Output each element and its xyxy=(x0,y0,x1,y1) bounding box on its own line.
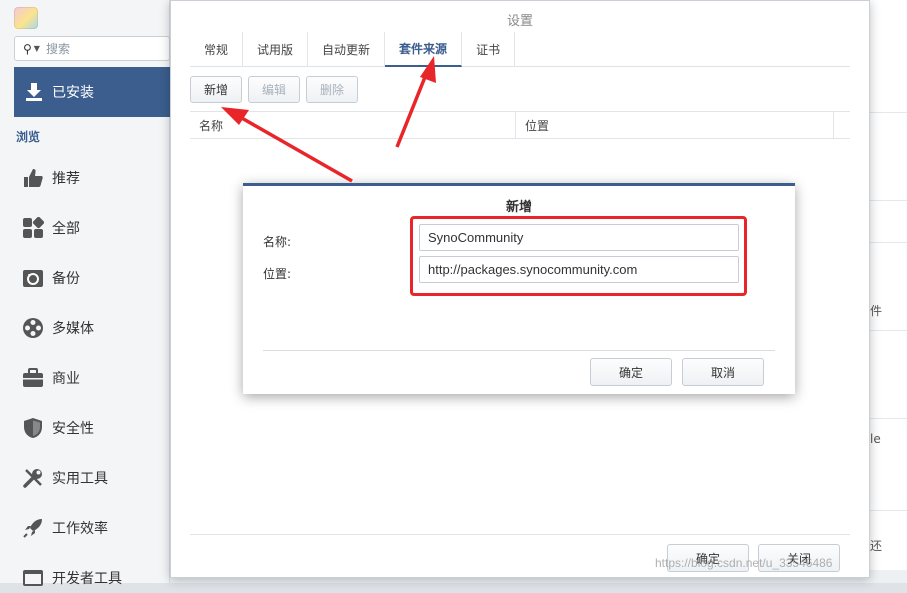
sources-toolbar: 新增 编辑 删除 xyxy=(190,76,359,103)
column-header-name[interactable]: 名称 xyxy=(190,112,516,138)
film-reel-icon xyxy=(22,317,44,339)
tab-package-sources[interactable]: 套件来源 xyxy=(385,32,463,67)
tab-beta[interactable]: 试用版 xyxy=(243,32,309,67)
dialog-title: 新增 xyxy=(505,200,532,215)
grid-icon xyxy=(22,217,44,239)
sidebar-item-security[interactable]: 安全性 xyxy=(22,413,94,443)
background-text-fragment: le xyxy=(870,432,881,446)
sidebar-item-label: 实用工具 xyxy=(52,471,108,487)
sidebar-item-business[interactable]: 商业 xyxy=(22,363,80,393)
shield-icon xyxy=(22,417,44,439)
dialog-cancel-button[interactable]: 取消 xyxy=(682,358,764,386)
sidebar-item-label: 全部 xyxy=(52,221,80,237)
add-source-dialog: 新增 名称: SynoCommunity 位置: http://packages… xyxy=(243,183,795,394)
sidebar-item-label: 多媒体 xyxy=(52,321,94,337)
backup-icon xyxy=(22,267,44,289)
sidebar-item-label: 备份 xyxy=(52,271,80,287)
sidebar-item-utilities[interactable]: 实用工具 xyxy=(22,463,108,493)
search-icon: ⚲ xyxy=(23,41,32,56)
background-text-fragment: 件 xyxy=(870,304,883,318)
sources-table-header: 名称 位置 xyxy=(190,111,850,139)
thumbs-up-icon xyxy=(22,167,44,189)
sidebar-item-recommended[interactable]: 推荐 xyxy=(22,163,80,193)
browse-section-label: 浏览 xyxy=(16,130,41,144)
tab-general[interactable]: 常规 xyxy=(190,32,244,67)
dialog-ok-button[interactable]: 确定 xyxy=(590,358,672,386)
dialog-divider xyxy=(263,350,775,351)
download-icon xyxy=(26,83,42,101)
settings-tabs: 常规 试用版 自动更新 套件来源 证书 xyxy=(190,32,850,67)
briefcase-icon xyxy=(22,367,44,389)
column-header-location[interactable]: 位置 xyxy=(516,112,834,138)
background-package-list: 件 le 还 xyxy=(870,0,907,583)
settings-window-title: 设置 xyxy=(506,14,533,29)
sidebar-item-label: 已安装 xyxy=(52,85,94,101)
package-center-sidebar: ⚲ ▼ 搜索 已安装 浏览 推荐 全部 备份 多媒体 商业 安全性 实用工具 工… xyxy=(0,0,170,587)
location-label: 位置: xyxy=(263,267,292,281)
sidebar-item-all[interactable]: 全部 xyxy=(22,213,80,243)
name-label: 名称: xyxy=(263,235,292,249)
edit-button[interactable]: 编辑 xyxy=(248,76,301,103)
footer-divider xyxy=(190,534,850,535)
background-text-fragment: 还 xyxy=(870,539,883,553)
tab-certificate[interactable]: 证书 xyxy=(462,32,516,67)
sidebar-item-productivity[interactable]: 工作效率 xyxy=(22,513,108,543)
package-center-logo xyxy=(14,7,38,29)
search-input[interactable]: ⚲ ▼ 搜索 xyxy=(14,36,170,61)
search-placeholder: 搜索 xyxy=(45,42,70,56)
sidebar-item-backup[interactable]: 备份 xyxy=(22,263,80,293)
tools-icon xyxy=(22,467,44,489)
tab-auto-update[interactable]: 自动更新 xyxy=(308,32,386,67)
sidebar-item-installed[interactable]: 已安装 xyxy=(14,67,170,117)
add-button[interactable]: 新增 xyxy=(190,76,243,103)
sidebar-item-label: 开发者工具 xyxy=(52,571,122,587)
sidebar-item-developer-tools[interactable]: 开发者工具 xyxy=(22,563,122,593)
delete-button[interactable]: 删除 xyxy=(306,76,359,103)
rocket-icon xyxy=(22,517,44,539)
sidebar-item-label: 安全性 xyxy=(52,421,94,437)
chevron-down-icon: ▼ xyxy=(33,44,40,53)
sidebar-item-label: 商业 xyxy=(52,371,80,387)
annotation-highlight-box xyxy=(410,216,747,296)
sidebar-item-multimedia[interactable]: 多媒体 xyxy=(22,313,94,343)
watermark-text: https://blog.csdn.net/u_33546486 xyxy=(655,556,833,570)
developer-icon xyxy=(22,567,44,589)
sidebar-item-label: 工作效率 xyxy=(52,521,108,537)
sidebar-item-label: 推荐 xyxy=(52,171,80,187)
